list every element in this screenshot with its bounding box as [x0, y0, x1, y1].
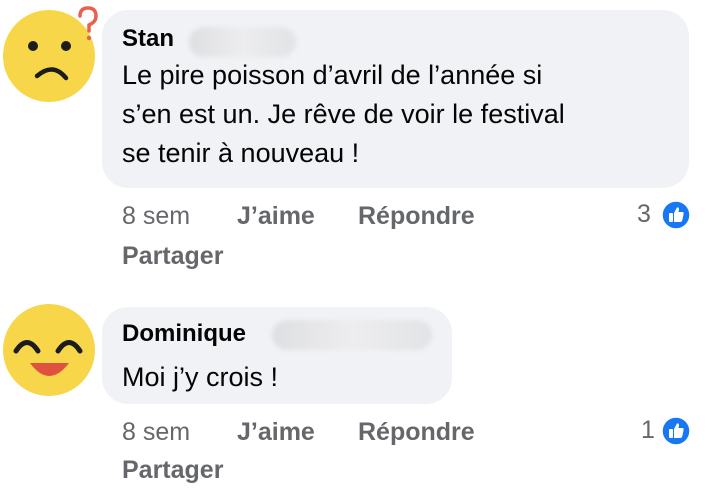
reaction-count[interactable]: 3	[637, 200, 651, 229]
comment-text: Le pire poisson d’avril de l’année si s’…	[122, 56, 565, 173]
comment-timestamp[interactable]: 8 sem	[122, 418, 190, 447]
confused-face-emoji-icon[interactable]	[0, 4, 98, 102]
reply-button[interactable]: Répondre	[358, 418, 475, 447]
smiling-face-emoji-icon[interactable]	[0, 301, 98, 399]
comment-author[interactable]: Dominique	[122, 320, 246, 348]
like-button[interactable]: J’aime	[237, 418, 315, 447]
share-button[interactable]: Partager	[122, 242, 223, 271]
reply-button[interactable]: Répondre	[358, 202, 475, 231]
comment-text-line: se tenir à nouveau !	[122, 138, 360, 168]
comment-timestamp[interactable]: 8 sem	[122, 202, 190, 231]
thumbs-up-icon[interactable]	[661, 200, 691, 230]
thumbs-up-icon[interactable]	[661, 416, 691, 446]
comment-text-line: Le pire poisson d’avril de l’année si	[122, 60, 543, 90]
comment-text-line: s’en est un. Je rêve de voir le festival	[122, 99, 565, 129]
comment-author[interactable]: Stan	[122, 25, 174, 53]
redacted-surname	[189, 27, 296, 57]
comment-text: Moi j’y crois !	[122, 358, 278, 397]
redacted-surname	[272, 320, 432, 350]
share-button[interactable]: Partager	[122, 456, 223, 485]
comment-text-line: Moi j’y crois !	[122, 362, 279, 392]
reaction-count[interactable]: 1	[641, 416, 655, 445]
like-button[interactable]: J’aime	[237, 202, 315, 231]
